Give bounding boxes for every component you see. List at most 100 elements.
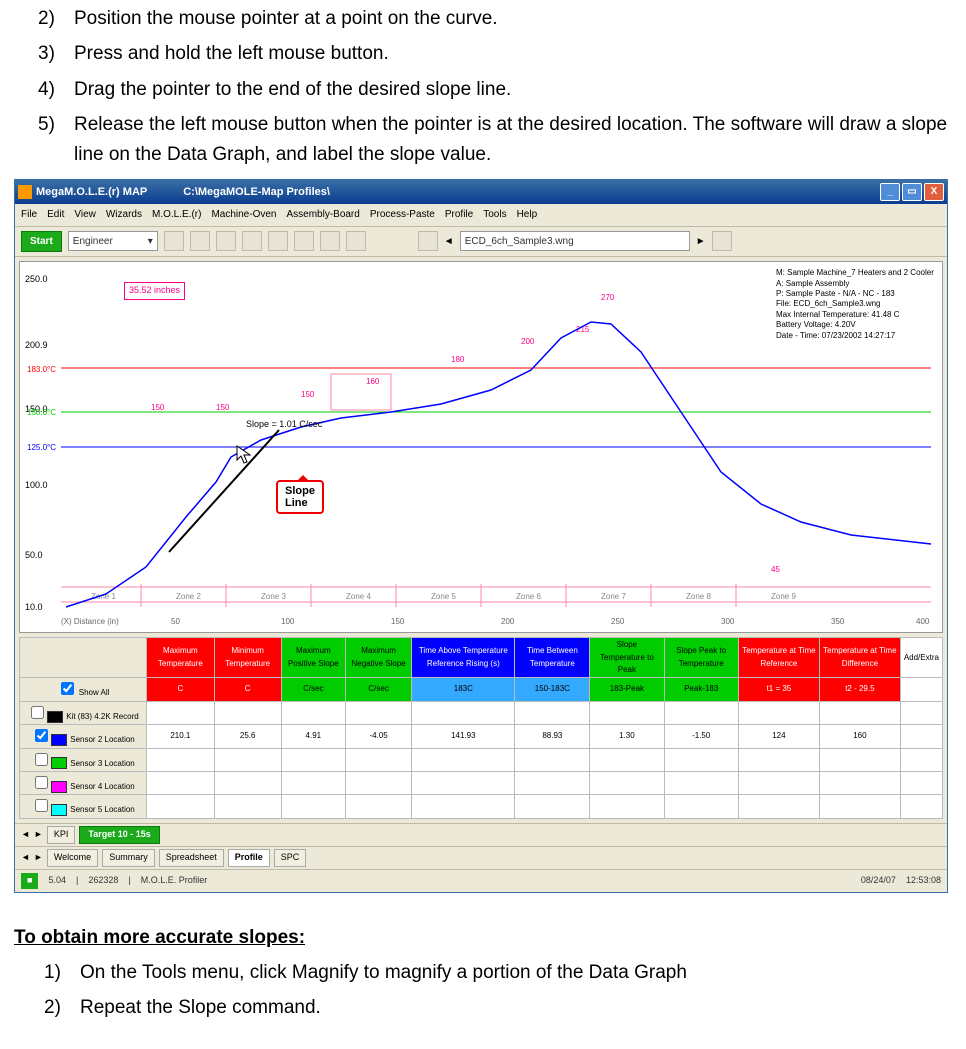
- role-dropdown[interactable]: Engineer ▾: [68, 231, 158, 251]
- toolbar-icon[interactable]: [216, 231, 236, 251]
- menu-profile[interactable]: Profile: [445, 207, 473, 223]
- spec-label[interactable]: Show All: [20, 678, 147, 701]
- menu-machine-oven[interactable]: Machine-Oven: [211, 207, 276, 223]
- row-label[interactable]: Sensor 5 Location: [20, 795, 147, 818]
- row-checkbox[interactable]: [35, 753, 48, 766]
- info-line: File: ECD_6ch_Sample3.wng: [776, 299, 936, 309]
- sub-step-1: 1) On the Tools menu, click Magnify to m…: [44, 958, 952, 987]
- step-number: 1): [44, 958, 70, 987]
- row-label[interactable]: Sensor 4 Location: [20, 771, 147, 794]
- row-checkbox[interactable]: [31, 706, 44, 719]
- toolbar-icon[interactable]: [294, 231, 314, 251]
- menu-edit[interactable]: Edit: [47, 207, 64, 223]
- toolbar-icon[interactable]: [190, 231, 210, 251]
- info-line: M: Sample Machine_7 Heaters and 2 Cooler: [776, 268, 936, 278]
- row-checkbox[interactable]: [35, 799, 48, 812]
- file-back-icon[interactable]: ◄: [444, 234, 454, 250]
- start-button[interactable]: Start: [21, 231, 62, 253]
- svg-text:250: 250: [611, 617, 625, 626]
- row-label[interactable]: Sensor 2 Location: [20, 725, 147, 748]
- spec-cell: 150-183C: [515, 678, 590, 701]
- row-label[interactable]: Kit (83) 4.2K Record: [20, 701, 147, 724]
- kpi-tabs: ◄► KPI Target 10 - 15s: [15, 823, 947, 846]
- row-label[interactable]: Sensor 3 Location: [20, 748, 147, 771]
- slope-line-callout: SlopeLine: [276, 480, 324, 514]
- steps-after-image: 1) On the Tools menu, click Magnify to m…: [44, 958, 952, 1023]
- status-item: 5.04: [48, 874, 66, 888]
- row-checkbox[interactable]: [35, 729, 48, 742]
- svg-text:300: 300: [721, 617, 735, 626]
- col-slope-from-peak[interactable]: Slope Peak to Temperature: [664, 638, 738, 678]
- role-value: Engineer: [73, 234, 113, 250]
- show-all-checkbox[interactable]: [61, 682, 74, 695]
- col-max-neg-slope[interactable]: Maximum Negative Slope: [346, 638, 412, 678]
- menu-mole[interactable]: M.O.L.E.(r): [152, 207, 201, 223]
- svg-text:50.0: 50.0: [25, 550, 43, 560]
- toolbar-icon[interactable]: [164, 231, 184, 251]
- toolbar-icon[interactable]: [712, 231, 732, 251]
- tab-profile[interactable]: Profile: [228, 849, 270, 867]
- step-text: Repeat the Slope command.: [80, 993, 321, 1022]
- toolbar-icon[interactable]: [418, 231, 438, 251]
- tab-kpi[interactable]: KPI: [47, 826, 76, 844]
- status-divider: |: [128, 874, 130, 888]
- menu-tools[interactable]: Tools: [483, 207, 506, 223]
- toolbar-icon[interactable]: [320, 231, 340, 251]
- results-grid: Maximum Temperature Minimum Temperature …: [19, 637, 943, 819]
- toolbar-icon[interactable]: [242, 231, 262, 251]
- info-line: Date - Time: 07/23/2002 14:27:17: [776, 331, 936, 341]
- table-row: Kit (83) 4.2K Record: [20, 701, 943, 724]
- menu-process-paste[interactable]: Process-Paste: [370, 207, 435, 223]
- tab-spc[interactable]: SPC: [274, 849, 307, 867]
- maximize-button[interactable]: ▭: [902, 183, 922, 201]
- info-line: P: Sample Paste - N/A - NC - 183: [776, 289, 936, 299]
- col-min-temp[interactable]: Minimum Temperature: [214, 638, 281, 678]
- svg-text:45: 45: [771, 565, 780, 574]
- toolbar: Start Engineer ▾ ◄ ECD_6ch_Sample3.wng ►: [15, 227, 947, 258]
- step-5: 5) Release the left mouse button when th…: [38, 110, 952, 169]
- col-max-temp[interactable]: Maximum Temperature: [147, 638, 215, 678]
- statusbar: ■ 5.04 | 262328 | M.O.L.E. Profiler 08/2…: [15, 869, 947, 892]
- col-time-between[interactable]: Time Between Temperature: [515, 638, 590, 678]
- minimize-button[interactable]: _: [880, 183, 900, 201]
- step-number: 5): [38, 110, 64, 169]
- steps-before-image: 2) Position the mouse pointer at a point…: [38, 4, 952, 169]
- tab-summary[interactable]: Summary: [102, 849, 155, 867]
- menu-wizards[interactable]: Wizards: [106, 207, 142, 223]
- step-4: 4) Drag the pointer to the end of the de…: [38, 75, 952, 104]
- table-row: Sensor 3 Location: [20, 748, 943, 771]
- col-temp-at-tdiff[interactable]: Temperature at Time Difference: [819, 638, 900, 678]
- row-checkbox[interactable]: [35, 776, 48, 789]
- color-swatch: [51, 734, 67, 746]
- tab-welcome[interactable]: Welcome: [47, 849, 98, 867]
- file-dropdown[interactable]: ECD_6ch_Sample3.wng: [460, 231, 690, 251]
- svg-text:100.0: 100.0: [25, 480, 48, 490]
- close-button[interactable]: X: [924, 183, 944, 201]
- view-tabs: ◄► Welcome Summary Spreadsheet Profile S…: [15, 846, 947, 869]
- spec-cell: [900, 678, 942, 701]
- menu-file[interactable]: File: [21, 207, 37, 223]
- svg-text:150: 150: [391, 617, 405, 626]
- col-temp-at-tref[interactable]: Temperature at Time Reference: [738, 638, 819, 678]
- col-add-extra[interactable]: Add/Extra: [900, 638, 942, 678]
- step-text: Release the left mouse button when the p…: [74, 110, 952, 169]
- toolbar-icon[interactable]: [346, 231, 366, 251]
- svg-text:10.0: 10.0: [25, 602, 43, 612]
- step-text: Drag the pointer to the end of the desir…: [74, 75, 511, 104]
- file-forward-icon[interactable]: ►: [696, 234, 706, 250]
- data-graph[interactable]: 35.52 inches M: Sample Machine_7 Heaters…: [19, 261, 943, 633]
- toolbar-icon[interactable]: [268, 231, 288, 251]
- menu-view[interactable]: View: [74, 207, 96, 223]
- run-info-box: M: Sample Machine_7 Heaters and 2 Cooler…: [776, 268, 936, 341]
- tab-spreadsheet[interactable]: Spreadsheet: [159, 849, 224, 867]
- col-max-pos-slope[interactable]: Maximum Positive Slope: [281, 638, 346, 678]
- svg-text:Zone 5: Zone 5: [431, 592, 456, 601]
- window-title-path: C:\MegaMOLE-Map Profiles\: [183, 184, 330, 201]
- svg-text:200.9: 200.9: [25, 340, 48, 350]
- col-time-above[interactable]: Time Above Temperature Reference Rising …: [412, 638, 515, 678]
- menu-help[interactable]: Help: [517, 207, 538, 223]
- status-divider: |: [76, 874, 78, 888]
- menu-assembly-board[interactable]: Assembly-Board: [286, 207, 359, 223]
- tab-target[interactable]: Target 10 - 15s: [79, 826, 159, 844]
- col-slope-to-peak[interactable]: Slope Temperature to Peak: [590, 638, 664, 678]
